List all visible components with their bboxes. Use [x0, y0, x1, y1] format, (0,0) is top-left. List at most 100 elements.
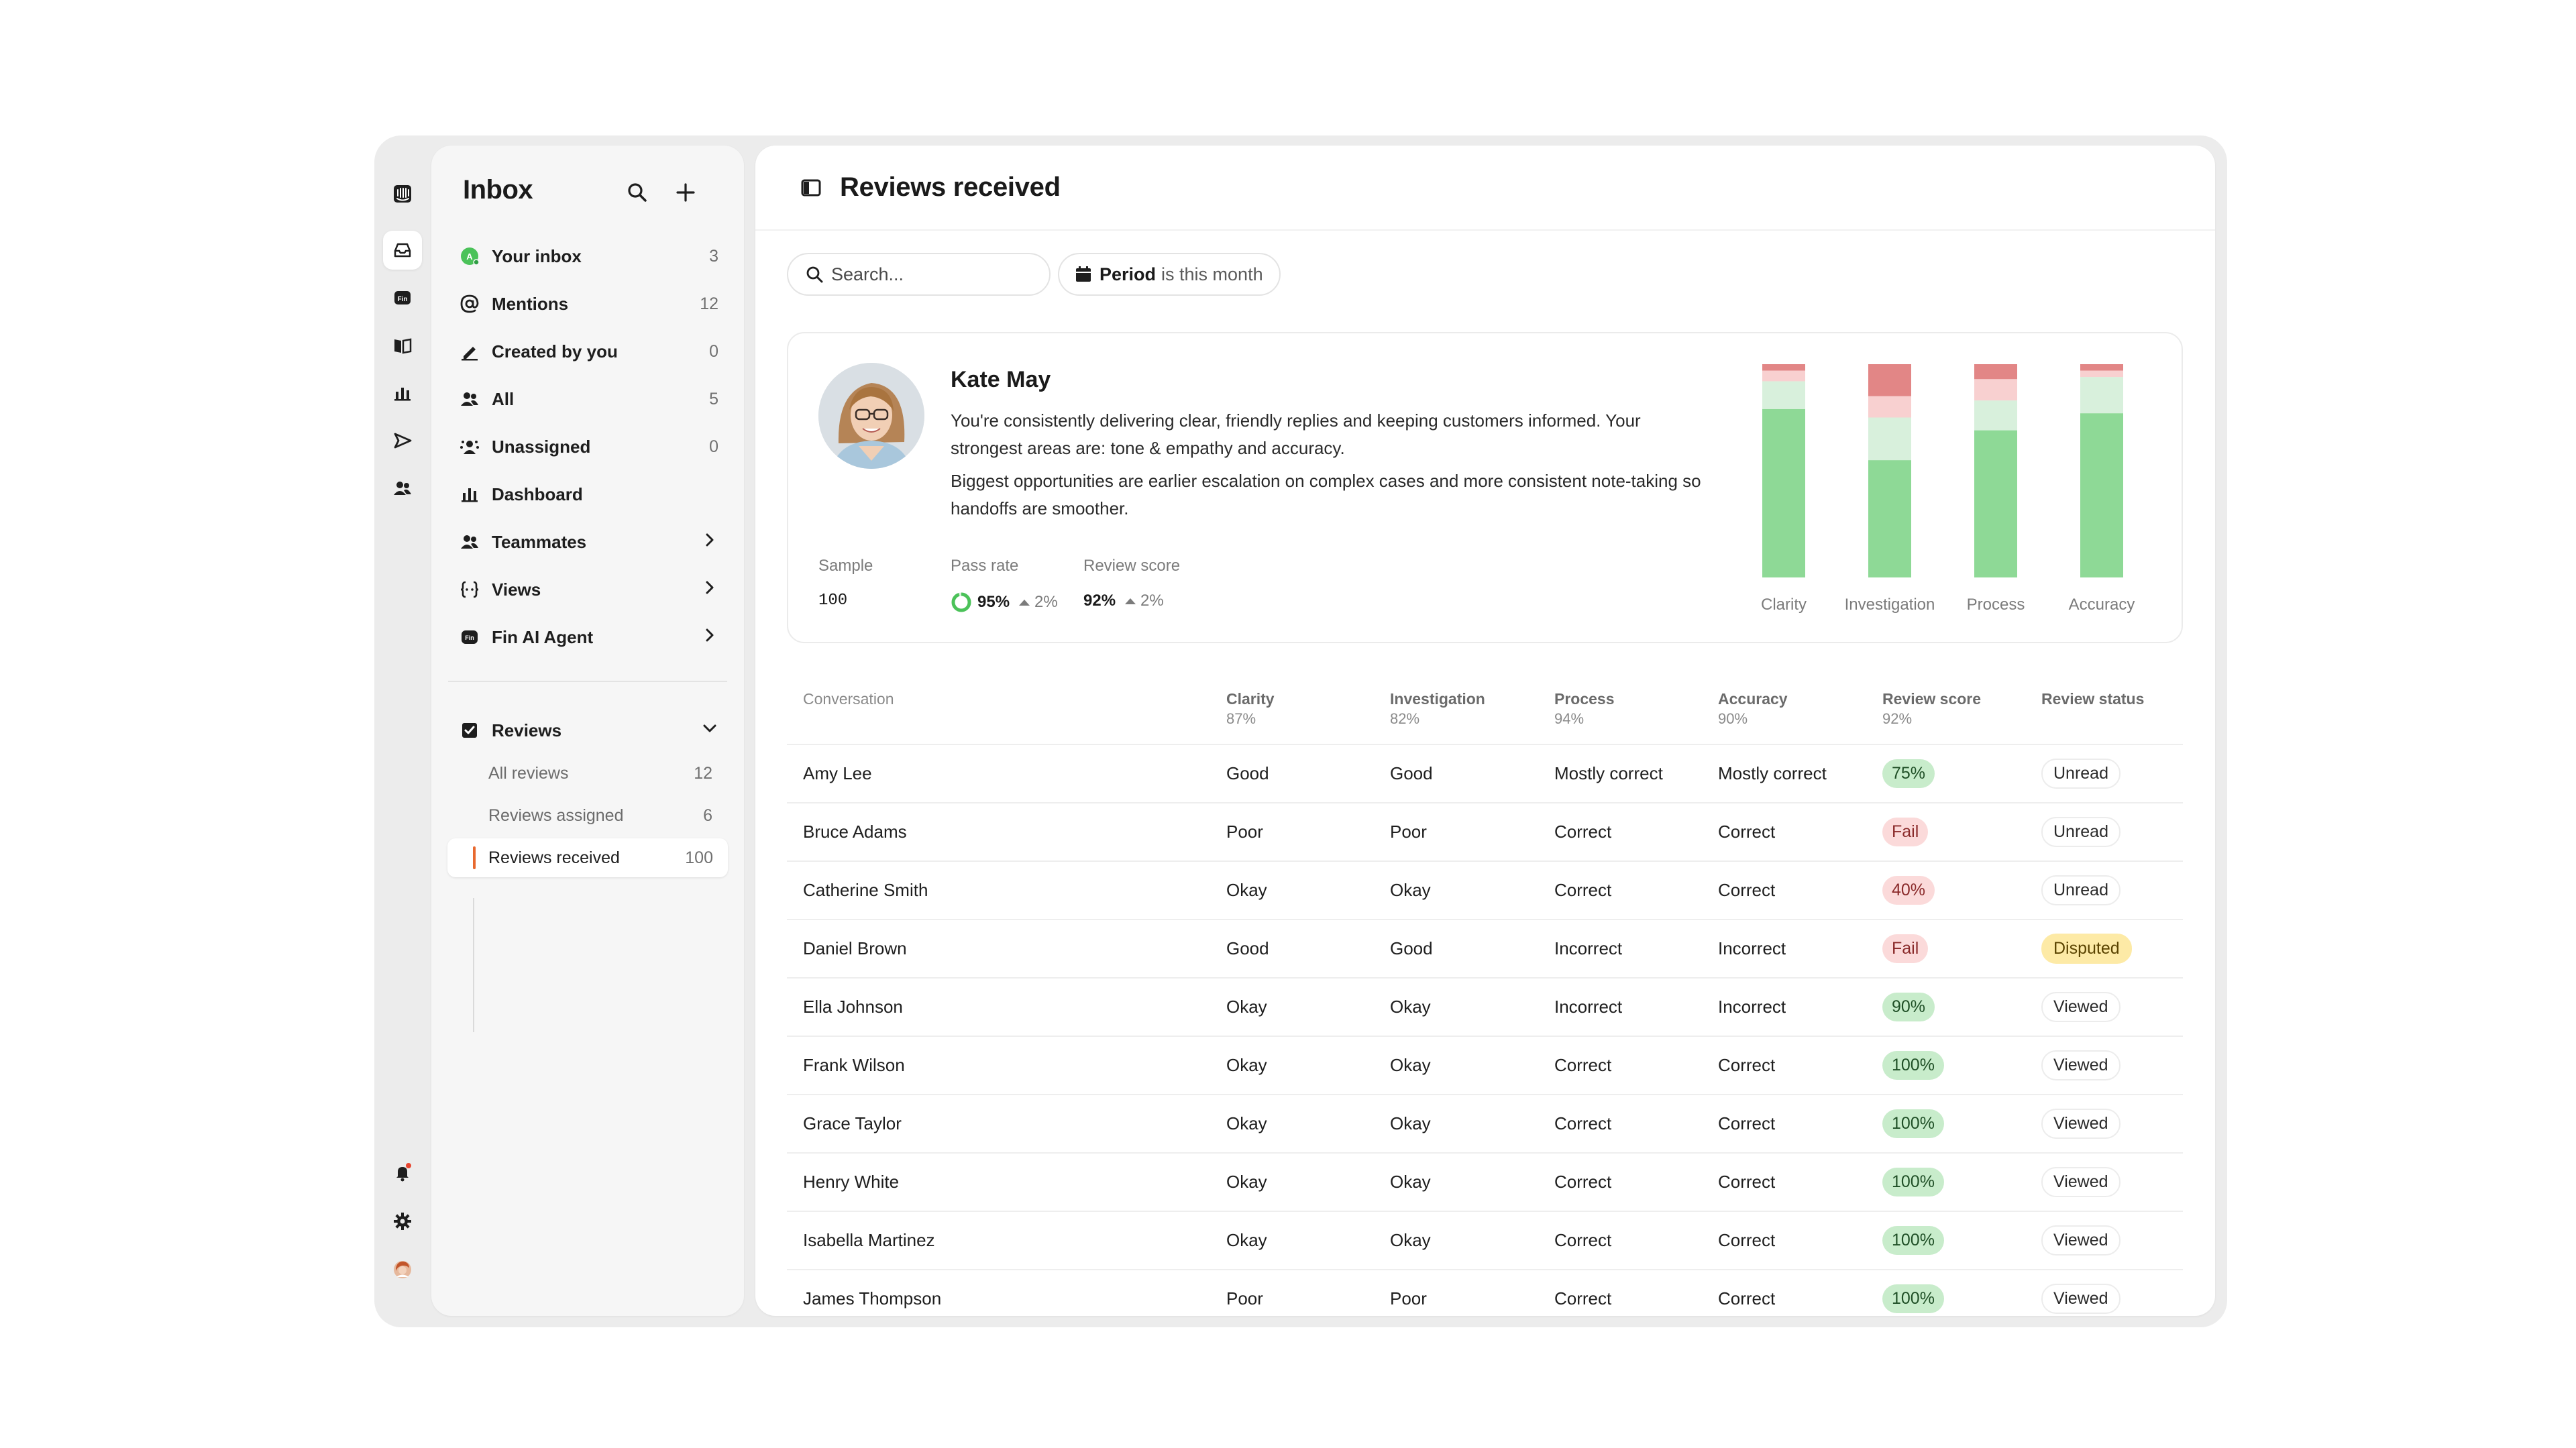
stat-label: Pass rate	[951, 557, 1019, 575]
table-row[interactable]: Henry White Okay Okay Correct Correct 100% Vie…	[787, 1152, 2183, 1211]
filter-value: is this month	[1161, 264, 1263, 284]
bar-segment-clarity-3[interactable]	[1762, 364, 1805, 371]
contacts-icon[interactable]	[383, 469, 422, 508]
clarity-rating: Okay	[1226, 997, 1267, 1017]
bar-segment-investigation-1[interactable]	[1868, 417, 1911, 461]
bar-segment-process-0[interactable]	[1974, 430, 2017, 577]
nav-label: Dashboard	[492, 484, 583, 504]
nav-views[interactable]: Views	[460, 571, 718, 608]
delta-value: 2%	[1034, 593, 1058, 611]
bar-segment-accuracy-2[interactable]	[2080, 370, 2123, 378]
x-axis-label: Clarity	[1761, 596, 1807, 614]
nav-teammates[interactable]: Teammates	[460, 523, 718, 561]
review-score-badge: 75%	[1882, 759, 1935, 788]
bar-segment-process-3[interactable]	[1974, 364, 2017, 380]
investigation-rating: Good	[1390, 938, 1433, 958]
inbox-icon[interactable]	[383, 231, 422, 270]
table-row[interactable]: Daniel Brown Good Good Incorrect Incorrect Fa…	[787, 919, 2183, 977]
book-icon[interactable]	[383, 326, 422, 365]
review-score-badge: Fail	[1882, 818, 1929, 846]
subnav-all-reviews[interactable]: All reviews 12	[488, 755, 712, 792]
search-input[interactable]	[831, 264, 1032, 285]
conversation-name: Grace Taylor	[803, 1113, 902, 1133]
review-score-cell: Fail	[1882, 920, 1929, 977]
nav-created-by-you[interactable]: Created by you 0	[460, 333, 718, 370]
column-header-clarity[interactable]: Clarity 87%	[1226, 689, 1275, 729]
review-summary-card: Kate May You're consistently delivering …	[787, 332, 2183, 643]
clarity-rating: Good	[1226, 938, 1269, 958]
subnav-label: Reviews assigned	[488, 805, 624, 825]
review-status-badge: Unread	[2041, 759, 2121, 789]
nav-label: All	[492, 388, 515, 409]
subnav-reviews-received[interactable]: Reviews received 100	[447, 838, 728, 877]
outbound-icon[interactable]	[383, 421, 422, 460]
nav-all[interactable]: All 5	[460, 380, 718, 418]
bar-segment-investigation-2[interactable]	[1868, 396, 1911, 418]
reports-icon[interactable]	[383, 374, 422, 412]
column-percent: 92%	[1882, 710, 1913, 727]
column-header-investigation[interactable]: Investigation 82%	[1390, 689, 1485, 729]
bar-segment-clarity-1[interactable]	[1762, 381, 1805, 409]
nav-label: Created by you	[492, 341, 618, 361]
chevron-right-icon	[701, 579, 718, 601]
svg-text:Fin: Fin	[398, 296, 408, 303]
review-status-badge: Unread	[2041, 817, 2121, 847]
process-rating: Incorrect	[1554, 938, 1623, 958]
subnav-count: 6	[703, 805, 712, 825]
bar-segment-investigation-0[interactable]	[1868, 460, 1911, 577]
conversation-name: Daniel Brown	[803, 938, 907, 958]
search-icon[interactable]	[625, 180, 649, 205]
sidebar-toggle-icon[interactable]	[800, 176, 822, 199]
nav-your-inbox[interactable]: A Your inbox 3	[460, 237, 718, 275]
clarity-rating: Good	[1226, 763, 1269, 783]
column-name: Accuracy	[1718, 690, 1788, 708]
column-percent: 94%	[1554, 710, 1585, 727]
table-row[interactable]: Grace Taylor Okay Okay Correct Correct 100% Vi…	[787, 1094, 2183, 1152]
bar-segment-accuracy-0[interactable]	[2080, 413, 2123, 577]
intercom-logo-icon[interactable]	[383, 174, 422, 213]
bar-segment-process-2[interactable]	[1974, 379, 2017, 401]
nav-unassigned[interactable]: Unassigned 0	[460, 428, 718, 465]
subnav-count: 100	[685, 848, 713, 867]
bar-segment-process-1[interactable]	[1974, 400, 2017, 431]
nav-mentions[interactable]: Mentions 12	[460, 285, 718, 323]
table-row[interactable]: Amy Lee Good Good Mostly correct Mostly corr…	[787, 744, 2183, 802]
column-name: Conversation	[803, 690, 894, 708]
bar-segment-investigation-3[interactable]	[1868, 364, 1911, 396]
subnav-reviews-assigned[interactable]: Reviews assigned 6	[488, 797, 712, 834]
review-status-cell: Unread	[2041, 745, 2121, 802]
app-window: Fin Inbox A Your inbox 3 Mentions 12 Cre…	[374, 135, 2227, 1327]
column-header-process[interactable]: Process 94%	[1554, 689, 1615, 729]
bar-segment-clarity-0[interactable]	[1762, 408, 1805, 577]
table-row[interactable]: Bruce Adams Poor Poor Correct Correct Fail Unr…	[787, 802, 2183, 860]
fin-icon: Fin	[460, 626, 486, 648]
agent-avatar	[818, 363, 924, 469]
fin-icon[interactable]: Fin	[383, 278, 422, 317]
review-score-cell: Fail	[1882, 803, 1929, 860]
bar-segment-clarity-2[interactable]	[1762, 370, 1805, 382]
user-avatar-icon[interactable]	[383, 1250, 422, 1289]
bar-segment-accuracy-1[interactable]	[2080, 377, 2123, 414]
table-row[interactable]: Isabella Martinez Okay Okay Correct Correct 1…	[787, 1211, 2183, 1269]
review-score-cell: 100%	[1882, 1154, 1944, 1211]
settings-icon[interactable]	[383, 1202, 422, 1241]
table-row[interactable]: Ella Johnson Okay Okay Incorrect Incorrect 90…	[787, 977, 2183, 1036]
column-header-review-score[interactable]: Review score 92%	[1882, 689, 1981, 729]
column-header-review-status[interactable]: Review status	[2041, 689, 2144, 709]
people-icon	[460, 388, 486, 410]
column-header-conversation[interactable]: Conversation	[803, 689, 894, 709]
table-row[interactable]: James Thompson Poor Poor Correct Correct 100%…	[787, 1269, 2183, 1316]
views-icon	[460, 579, 486, 600]
table-row[interactable]: Catherine Smith Okay Okay Correct Correct 40%…	[787, 860, 2183, 919]
stat-sample: Sample 100	[818, 557, 873, 610]
notifications-icon[interactable]	[383, 1153, 422, 1192]
add-icon[interactable]	[674, 180, 698, 205]
search-field[interactable]	[787, 253, 1051, 296]
period-filter[interactable]: Period is this month	[1058, 253, 1281, 296]
bar-segment-accuracy-3[interactable]	[2080, 364, 2123, 371]
nav-fin-ai-agent[interactable]: Fin Fin AI Agent	[460, 618, 718, 656]
column-header-accuracy[interactable]: Accuracy 90%	[1718, 689, 1788, 729]
nav-dashboard[interactable]: Dashboard	[460, 476, 718, 513]
nav-reviews[interactable]: Reviews	[460, 712, 718, 749]
table-row[interactable]: Frank Wilson Okay Okay Correct Correct 100% Vi…	[787, 1036, 2183, 1094]
